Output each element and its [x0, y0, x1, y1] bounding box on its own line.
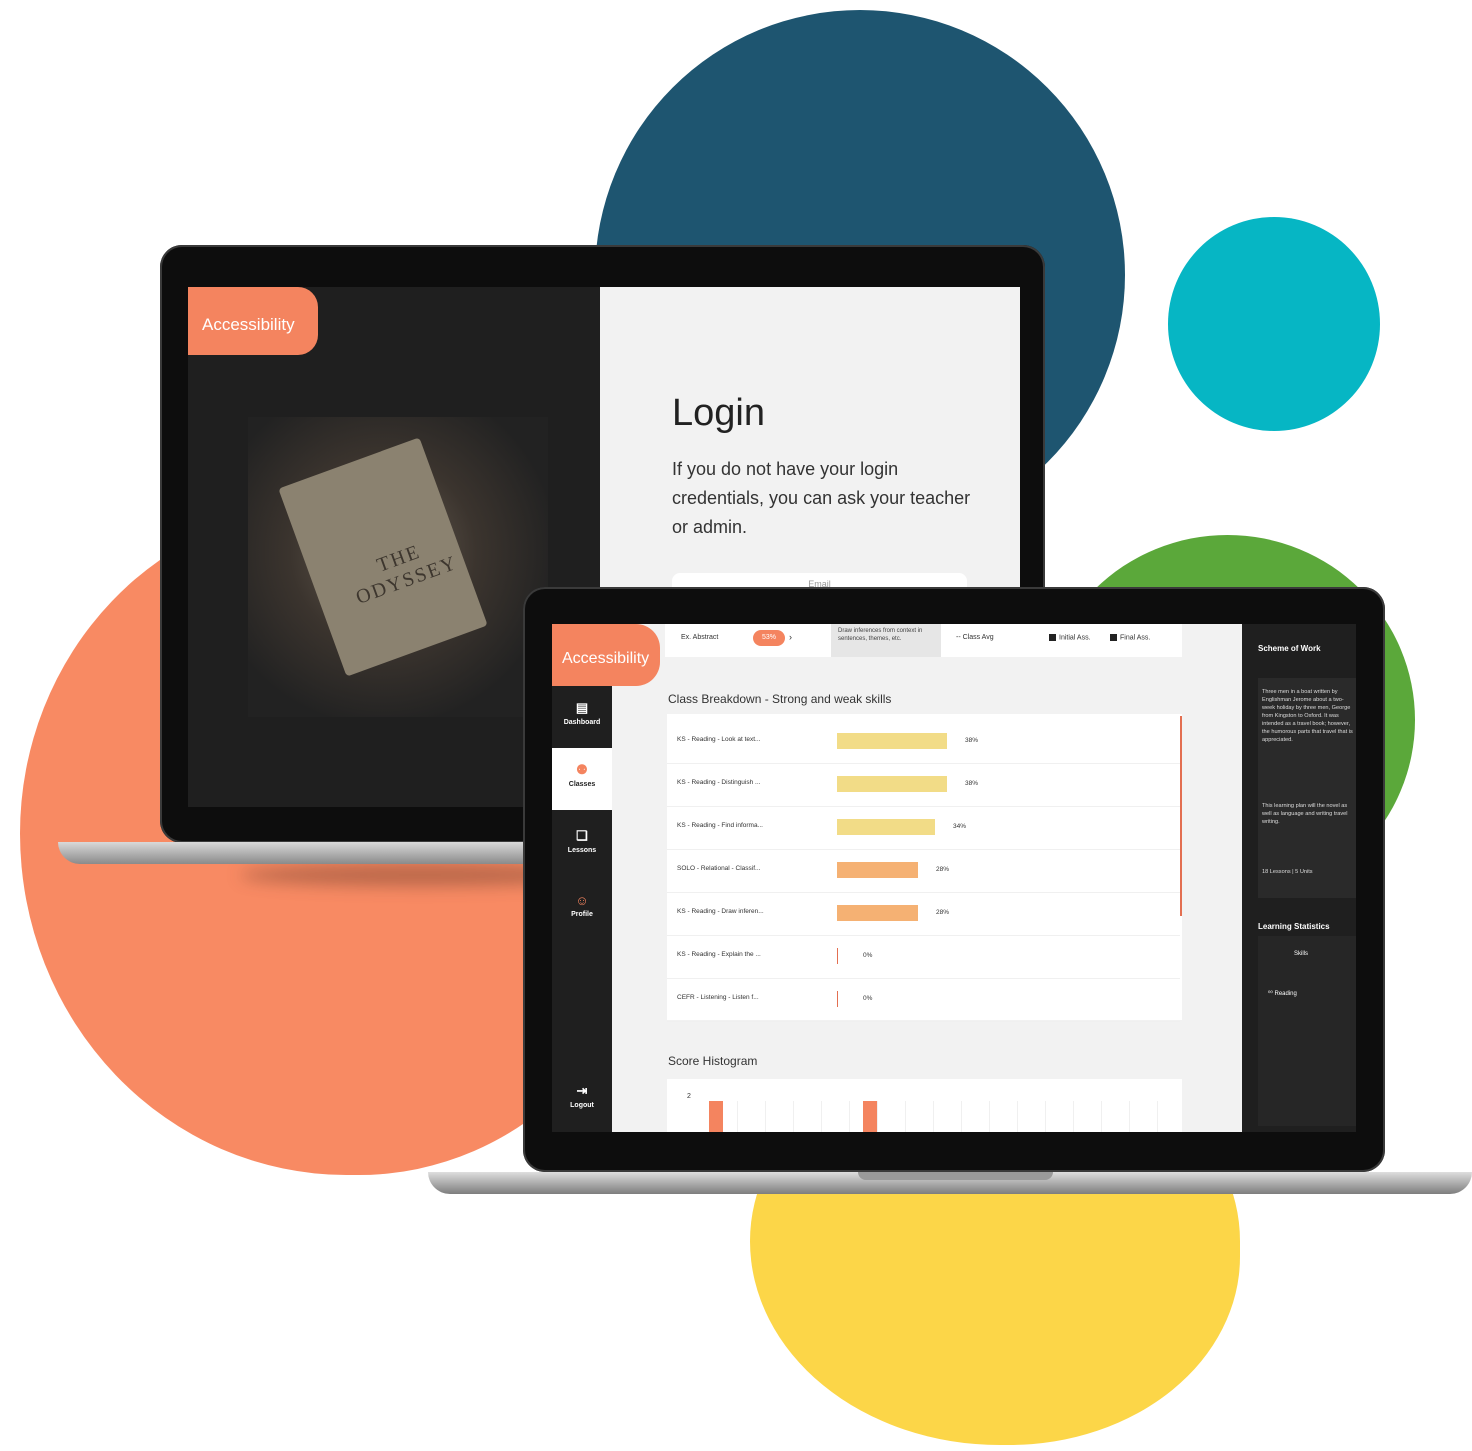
- histogram-gridline: [933, 1101, 934, 1132]
- histogram-gridline: [1073, 1101, 1074, 1132]
- histogram-gridline: [961, 1101, 962, 1132]
- scheme-meta: 18 Lessons | 5 Units: [1262, 869, 1313, 875]
- nav-dashboard-label: Dashboard: [563, 719, 601, 726]
- scheme-description: Three men in a boat written by Englishma…: [1262, 689, 1353, 743]
- skill-bar: [837, 862, 918, 878]
- scheme-panel: Scheme of Work Three men in a boat writt…: [1242, 624, 1356, 1132]
- panel-scrollbar[interactable]: [1180, 716, 1182, 916]
- skill-percent: 28%: [936, 866, 950, 873]
- learning-stats-box: [1258, 936, 1356, 1126]
- histogram-gridline: [877, 1101, 878, 1132]
- logo-text: Accessibility: [562, 650, 650, 667]
- skill-row[interactable]: KS - Reading - Find informa... 34%: [667, 806, 1180, 850]
- histogram-bar: [863, 1101, 877, 1132]
- assessment-topbar: Ex. Abstract 53% › Draw inferences from …: [665, 624, 1182, 657]
- lessons-icon: ❏: [576, 828, 588, 843]
- breakdown-title: Class Breakdown - Strong and weak skills: [668, 692, 892, 706]
- nav-dashboard[interactable]: ▤ Dashboard: [552, 686, 612, 748]
- learning-stats-title: Learning Statistics: [1258, 922, 1330, 931]
- skill-description-box: Draw inferences from context in sentence…: [831, 624, 941, 657]
- logout-icon: ⇥: [576, 1083, 588, 1098]
- dashboard-screen: ▤ Dashboard ⚉ Classes ❏ Lessons ☺ Profil…: [552, 624, 1356, 1132]
- stats-skills-label: Skills: [1294, 951, 1309, 957]
- score-pill[interactable]: 53%: [753, 630, 785, 646]
- histogram-gridline: [821, 1101, 822, 1132]
- skill-percent: 34%: [953, 823, 967, 830]
- topbar-label: Ex. Abstract: [681, 634, 719, 641]
- skill-percent: 0%: [863, 952, 873, 959]
- skill-percent: 38%: [965, 737, 979, 744]
- histogram-gridline: [905, 1101, 906, 1132]
- skill-label: KS - Reading - Draw inferen...: [677, 908, 764, 915]
- histogram-gridline: [849, 1101, 850, 1132]
- logo-text: Accessibility: [202, 315, 295, 334]
- nav-lessons-label: Lessons: [567, 847, 597, 854]
- login-title: Login: [672, 392, 765, 434]
- histogram-gridline: [1101, 1101, 1102, 1132]
- accessibility-logo: Accessibility: [188, 287, 318, 355]
- skill-bar: [837, 948, 838, 964]
- skill-label: KS - Reading - Look at text...: [677, 736, 761, 743]
- score-histogram: 2: [667, 1079, 1182, 1132]
- skill-bar: [837, 991, 838, 1007]
- dashboard-icon: ▤: [575, 700, 589, 715]
- histogram-gridline: [1045, 1101, 1046, 1132]
- skill-percent: 0%: [863, 995, 873, 1002]
- skill-percent: 28%: [936, 909, 950, 916]
- skill-label: KS - Reading - Distinguish ...: [677, 779, 761, 786]
- classes-icon: ⚉: [576, 762, 588, 777]
- histogram-gridline: [765, 1101, 766, 1132]
- histogram-bar: [709, 1101, 723, 1132]
- nav-profile-label: Profile: [571, 911, 593, 918]
- scheme-title: Scheme of Work: [1258, 644, 1321, 653]
- skill-percent: 38%: [965, 780, 979, 787]
- stats-reading-label: ⁰⁰ Reading: [1268, 991, 1297, 997]
- histogram-gridline: [1129, 1101, 1130, 1132]
- chevron-right-icon[interactable]: ›: [789, 632, 792, 642]
- skill-row[interactable]: SOLO - Relational - Classif... 28%: [667, 849, 1180, 893]
- skill-row[interactable]: KS - Reading - Draw inferen... 28%: [667, 892, 1180, 936]
- skill-bar: [837, 776, 947, 792]
- skill-row[interactable]: CEFR - Listening - Listen f... 0%: [667, 978, 1180, 1022]
- accessibility-logo: Accessibility: [552, 624, 660, 686]
- nav-logout-label: Logout: [570, 1102, 594, 1109]
- sidebar: ▤ Dashboard ⚉ Classes ❏ Lessons ☺ Profil…: [552, 624, 612, 1132]
- nav-logout[interactable]: ⇥ Logout: [552, 1069, 612, 1131]
- skill-label: KS - Reading - Find informa...: [677, 822, 763, 829]
- skill-label: KS - Reading - Explain the ...: [677, 951, 761, 958]
- skill-row[interactable]: KS - Reading - Explain the ... 0%: [667, 935, 1180, 979]
- histogram-gridline: [793, 1101, 794, 1132]
- skill-row[interactable]: KS - Reading - Look at text... 38%: [667, 720, 1180, 764]
- skill-label: SOLO - Relational - Classif...: [677, 865, 761, 872]
- nav-classes[interactable]: ⚉ Classes: [552, 748, 612, 810]
- teal-circle-decoration: [1168, 217, 1380, 431]
- skill-bar: [837, 905, 918, 921]
- skill-row[interactable]: KS - Reading - Distinguish ... 38%: [667, 763, 1180, 807]
- nav-profile[interactable]: ☺ Profile: [552, 879, 612, 941]
- login-help-text: If you do not have your login credential…: [672, 459, 971, 537]
- histogram-gridline: [1157, 1101, 1158, 1132]
- skill-bar: [837, 733, 947, 749]
- histogram-gridline: [1017, 1101, 1018, 1132]
- profile-icon: ☺: [575, 893, 589, 908]
- skill-description: Draw inferences from context in sentence…: [838, 628, 923, 642]
- scheme-plan-text: This learning plan will the novel as wel…: [1262, 803, 1348, 825]
- laptop-hinge-notch: [858, 1172, 1053, 1180]
- class-avg-legend: -- Class Avg: [956, 634, 994, 641]
- nav-lessons[interactable]: ❏ Lessons: [552, 814, 612, 876]
- skills-panel: KS - Reading - Look at text... 38% KS - Re…: [667, 714, 1182, 1022]
- initial-legend: Initial Ass.: [1049, 634, 1091, 641]
- skill-label: CEFR - Listening - Listen f...: [677, 994, 759, 1001]
- histogram-y-label: 2: [687, 1093, 691, 1100]
- final-legend: Final Ass.: [1110, 634, 1150, 641]
- laptop-login-base: [58, 842, 583, 864]
- nav-classes-label: Classes: [568, 781, 596, 788]
- histogram-gridline: [989, 1101, 990, 1132]
- histogram-gridline: [737, 1101, 738, 1132]
- histogram-title: Score Histogram: [668, 1054, 758, 1068]
- skill-bar: [837, 819, 935, 835]
